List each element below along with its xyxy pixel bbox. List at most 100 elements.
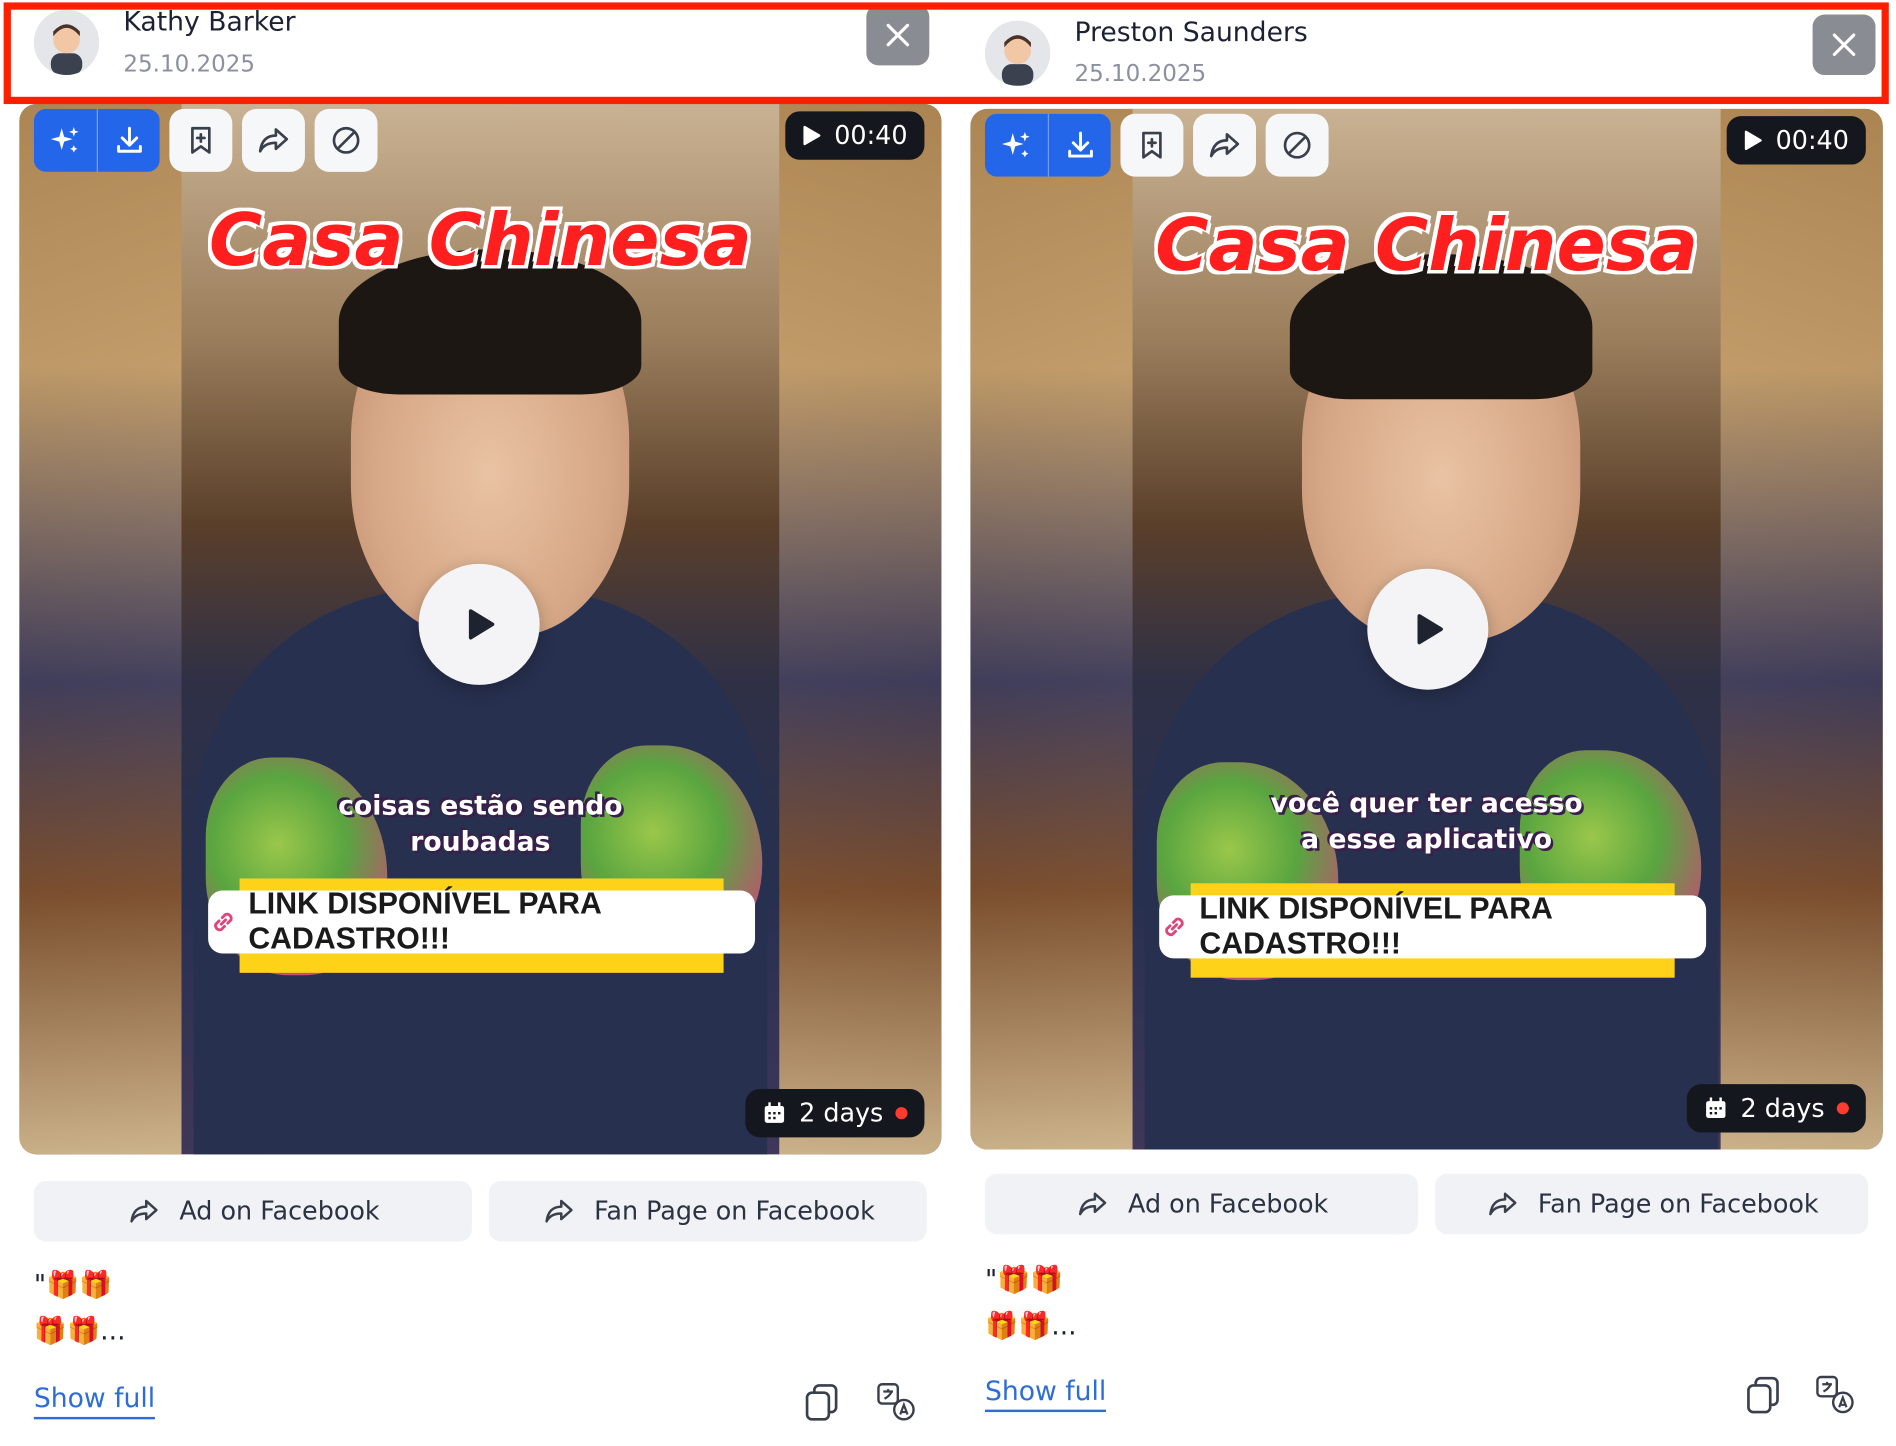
video-title: Casa Chinesa: [208, 198, 752, 284]
save-button[interactable]: [1120, 113, 1184, 177]
primary-actions: [33, 108, 160, 172]
block-button[interactable]: [1265, 113, 1329, 177]
ad-on-facebook-button[interactable]: Ad on Facebook: [984, 1173, 1419, 1235]
translate-icon: [877, 1383, 915, 1421]
download-button[interactable]: [96, 108, 160, 172]
link-icon: [214, 912, 233, 932]
age-badge: 2 days: [1687, 1084, 1866, 1133]
video-banner-text: LINK DISPONÍVEL PARA CADASTRO!!!: [248, 886, 601, 956]
duration-badge: 00:40: [1727, 116, 1866, 165]
sparkles-icon: [50, 127, 79, 153]
share-icon: [130, 1199, 158, 1223]
bookmark-add-icon: [1142, 131, 1162, 159]
avatar[interactable]: [33, 9, 100, 76]
play-small-icon: [1745, 130, 1763, 151]
video-banner: LINK DISPONÍVEL PARA CADASTRO!!!: [1159, 892, 1707, 961]
video-banner: LINK DISPONÍVEL PARA CADASTRO!!!: [208, 887, 756, 956]
save-button[interactable]: [169, 108, 233, 172]
calendar-icon: [765, 1102, 785, 1123]
video-caption-line-2: a esse aplicativo: [1301, 825, 1552, 856]
ad-description: "🎁🎁 🎁🎁...: [985, 1258, 1077, 1350]
close-button[interactable]: [1812, 14, 1876, 76]
translate-button[interactable]: [1813, 1372, 1857, 1416]
download-icon: [116, 126, 142, 153]
ai-analysis-button[interactable]: [33, 108, 97, 172]
close-icon: [886, 23, 910, 47]
video-title: Casa Chinesa: [1155, 203, 1698, 288]
copy-icon: [805, 1384, 838, 1421]
block-icon: [332, 126, 360, 154]
media-toolbar: [33, 108, 378, 172]
age-text: 2 days: [1740, 1093, 1825, 1123]
description-line: 🎁🎁...: [33, 1316, 126, 1347]
share-icon: [1209, 132, 1240, 158]
sparkles-icon: [1001, 131, 1030, 158]
description-line: "🎁🎁: [33, 1270, 113, 1301]
video-blur-right: [1718, 108, 1883, 1150]
link-buttons: Ad on Facebook Fan Page on Facebook: [33, 1180, 927, 1242]
video-caption-line-1: coisas estão sendo: [338, 791, 623, 822]
duration-text: 00:40: [834, 121, 908, 151]
play-button[interactable]: [418, 563, 540, 685]
post-date: 25.10.2025: [123, 50, 256, 78]
duration-text: 00:40: [1775, 125, 1849, 155]
calendar-icon: [1706, 1097, 1726, 1119]
play-icon: [1417, 614, 1443, 645]
share-icon: [258, 128, 289, 153]
show-full-link[interactable]: Show full: [33, 1384, 156, 1420]
description-line: 🎁🎁...: [984, 1311, 1077, 1342]
bookmark-add-icon: [191, 126, 211, 154]
link-buttons: Ad on Facebook Fan Page on Facebook: [984, 1173, 1869, 1235]
age-badge: 2 days: [745, 1089, 925, 1138]
ad-on-facebook-button[interactable]: Ad on Facebook: [33, 1180, 472, 1242]
active-status-dot: [895, 1107, 908, 1120]
download-icon: [1067, 131, 1093, 158]
fan-page-on-facebook-button[interactable]: Fan Page on Facebook: [488, 1180, 927, 1242]
author-name[interactable]: Preston Saunders: [1074, 18, 1307, 48]
duration-badge: 00:40: [785, 111, 925, 160]
video-blur-right: [776, 104, 942, 1155]
share-button[interactable]: [1193, 113, 1256, 177]
show-full-link[interactable]: Show full: [984, 1377, 1107, 1413]
play-small-icon: [804, 125, 821, 146]
active-status-dot: [1836, 1102, 1849, 1115]
avatar[interactable]: [984, 20, 1051, 86]
copy-button[interactable]: [801, 1379, 845, 1423]
video-blur-left: [19, 104, 201, 1155]
video-blur-left: [970, 108, 1152, 1150]
video-preview[interactable]: Casa Chinesa coisas estão sendo roubadas…: [19, 104, 942, 1155]
play-icon: [468, 609, 495, 640]
fan-page-on-facebook-button[interactable]: Fan Page on Facebook: [1435, 1173, 1869, 1235]
ad-on-facebook-label: Ad on Facebook: [179, 1196, 380, 1226]
copy-icon: [1747, 1376, 1779, 1414]
fan-page-label: Fan Page on Facebook: [594, 1196, 875, 1226]
ad-description: "🎁🎁 🎁🎁...: [34, 1263, 126, 1355]
primary-actions: [984, 113, 1111, 177]
translate-button[interactable]: [874, 1379, 918, 1423]
ad-card: Preston Saunders 25.10.2025 Casa Chinesa…: [968, 0, 1896, 1446]
ad-on-facebook-label: Ad on Facebook: [1128, 1189, 1329, 1219]
fan-page-label: Fan Page on Facebook: [1537, 1189, 1819, 1219]
block-button[interactable]: [314, 108, 378, 172]
card-header: Kathy Barker 25.10.2025: [17, 0, 937, 99]
close-icon: [1832, 33, 1856, 57]
link-icon: [1165, 917, 1184, 937]
close-button[interactable]: [866, 4, 930, 66]
block-icon: [1283, 131, 1311, 159]
download-button[interactable]: [1047, 113, 1111, 177]
description-line: "🎁🎁: [984, 1265, 1064, 1296]
author-name[interactable]: Kathy Barker: [123, 7, 295, 37]
video-caption-line-1: você quer ter acesso: [1270, 788, 1583, 820]
share-button[interactable]: [242, 108, 305, 172]
ad-card: Kathy Barker 25.10.2025 Casa Chinesa coi…: [17, 0, 949, 1446]
video-banner-text: LINK DISPONÍVEL PARA CADASTRO!!!: [1199, 891, 1552, 961]
ai-analysis-button[interactable]: [984, 113, 1048, 177]
translate-icon: [1816, 1375, 1854, 1414]
video-preview[interactable]: Casa Chinesa você quer ter acesso a esse…: [970, 108, 1883, 1150]
card-header: Preston Saunders 25.10.2025: [968, 0, 1888, 99]
age-text: 2 days: [799, 1098, 884, 1128]
play-button[interactable]: [1367, 568, 1489, 690]
copy-button[interactable]: [1742, 1372, 1786, 1416]
share-icon: [1079, 1192, 1107, 1216]
media-toolbar: [984, 113, 1329, 177]
